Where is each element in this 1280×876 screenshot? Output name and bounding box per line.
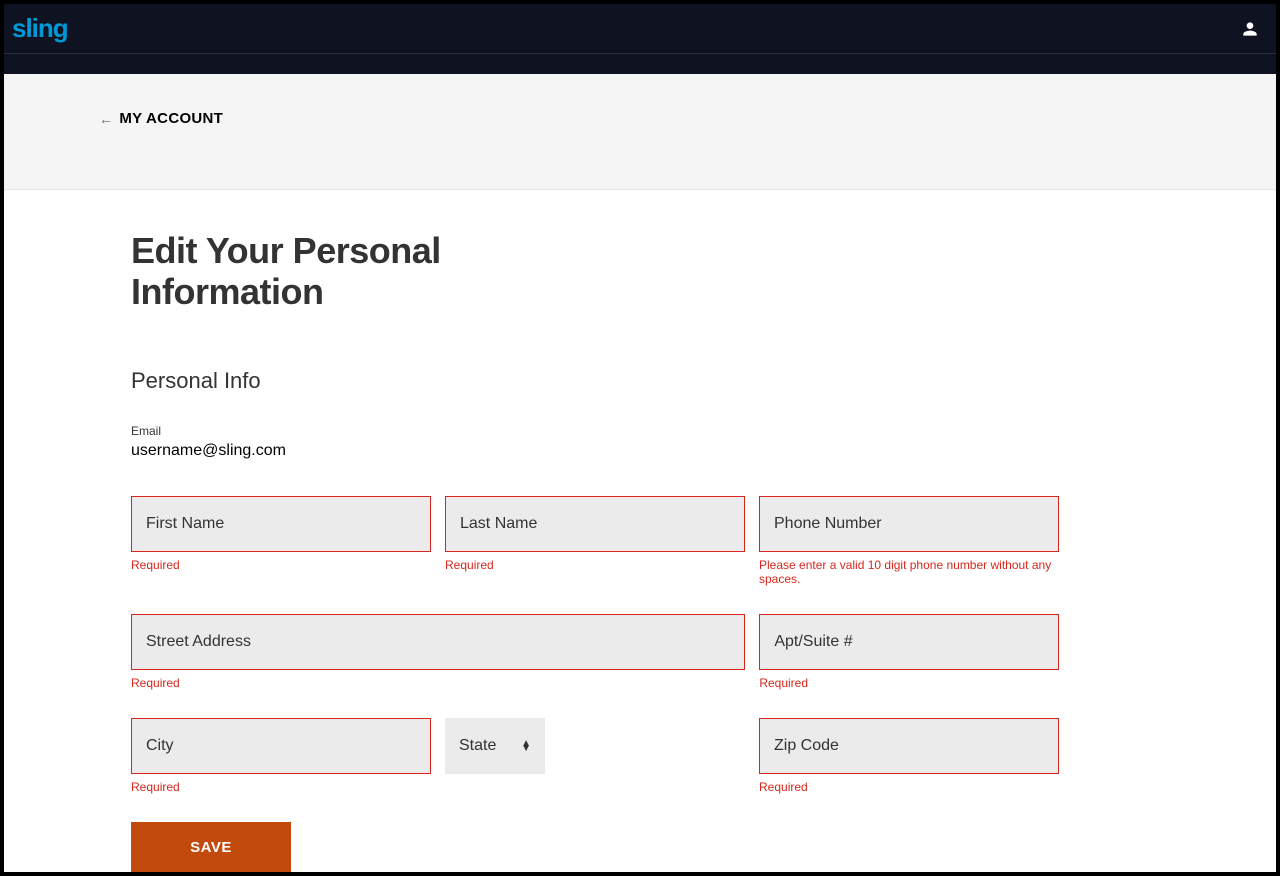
last-name-field: Required bbox=[445, 496, 745, 586]
street-input[interactable] bbox=[131, 614, 745, 670]
topbar-secondary bbox=[4, 54, 1276, 74]
apt-input[interactable] bbox=[759, 614, 1059, 670]
email-value: username@sling.com bbox=[131, 442, 1276, 460]
topbar: sling bbox=[4, 4, 1276, 54]
state-field: State ▲ ▼ bbox=[445, 718, 545, 794]
breadcrumb-my-account[interactable]: ← MY ACCOUNT bbox=[99, 110, 223, 127]
street-error: Required bbox=[131, 676, 745, 690]
apt-field: Required bbox=[759, 614, 1059, 690]
form-rows: Required Required Please enter a valid 1… bbox=[131, 496, 1059, 872]
street-field: Required bbox=[131, 614, 745, 690]
city-error: Required bbox=[131, 780, 431, 794]
city-input[interactable] bbox=[131, 718, 431, 774]
state-label: State bbox=[459, 737, 496, 755]
last-name-error: Required bbox=[445, 558, 745, 572]
apt-error: Required bbox=[759, 676, 1059, 690]
last-name-input[interactable] bbox=[445, 496, 745, 552]
zip-error: Required bbox=[759, 780, 1059, 794]
content-area: Edit Your Personal Information Personal … bbox=[4, 190, 1276, 873]
section-title: Personal Info bbox=[131, 368, 1276, 394]
phone-input[interactable] bbox=[759, 496, 1059, 552]
first-name-field: Required bbox=[131, 496, 431, 586]
phone-error: Please enter a valid 10 digit phone numb… bbox=[759, 558, 1059, 586]
zip-input[interactable] bbox=[759, 718, 1059, 774]
page-title: Edit Your Personal Information bbox=[131, 230, 531, 313]
row-1: Required Required Please enter a valid 1… bbox=[131, 496, 1059, 586]
back-arrow-icon: ← bbox=[99, 111, 113, 127]
breadcrumb-area: ← MY ACCOUNT bbox=[4, 74, 1276, 190]
row-2: Required Required bbox=[131, 614, 1059, 690]
first-name-input[interactable] bbox=[131, 496, 431, 552]
city-field: Required bbox=[131, 718, 431, 794]
user-icon[interactable] bbox=[1240, 19, 1260, 39]
state-select[interactable]: State ▲ ▼ bbox=[445, 718, 545, 774]
email-label: Email bbox=[131, 424, 1276, 438]
brand-text: sling bbox=[12, 13, 68, 43]
chevrons-icon: ▲ ▼ bbox=[521, 741, 531, 751]
brand-logo[interactable]: sling bbox=[12, 13, 68, 44]
save-button[interactable]: SAVE bbox=[131, 822, 291, 872]
first-name-error: Required bbox=[131, 558, 431, 572]
zip-field: Required bbox=[759, 718, 1059, 794]
phone-field: Please enter a valid 10 digit phone numb… bbox=[759, 496, 1059, 586]
breadcrumb-label: MY ACCOUNT bbox=[119, 110, 223, 127]
row-3: Required State ▲ ▼ Required bbox=[131, 718, 1059, 794]
